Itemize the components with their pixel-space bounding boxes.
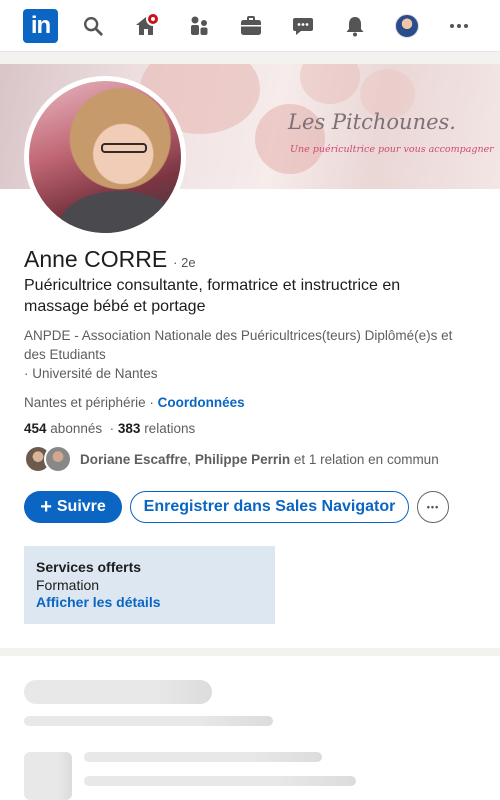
location-row: Nantes et périphérie · Coordonnées xyxy=(24,395,245,410)
mutual-suffix: et 1 relation en commun xyxy=(293,451,439,467)
me-avatar-button[interactable] xyxy=(391,10,423,42)
skeleton-line xyxy=(24,716,273,726)
follow-button[interactable]: + Suivre xyxy=(24,491,122,523)
skeleton-thumb xyxy=(24,752,72,800)
home-icon[interactable] xyxy=(130,10,162,42)
loading-skeleton xyxy=(0,656,500,800)
connections-count: 383 xyxy=(117,421,141,436)
services-title: Services offerts xyxy=(36,559,142,575)
jobs-briefcase-icon[interactable] xyxy=(235,10,267,42)
services-value: Formation xyxy=(36,577,100,593)
my-network-icon[interactable] xyxy=(183,10,215,42)
linkedin-logo[interactable]: in xyxy=(23,9,58,43)
mutual-connections[interactable]: Doriane Escaffre, Philippe Perrin et 1 r… xyxy=(24,445,439,473)
skeleton-line xyxy=(84,776,356,786)
banner-title: Les Pitchounes. xyxy=(288,110,456,134)
follow-button-label: Suivre xyxy=(56,498,106,515)
skeleton-line xyxy=(24,680,212,704)
profile-stats: 454 abonnés · 383 relations xyxy=(24,421,196,436)
name-row: Anne CORRE · 2e xyxy=(24,246,196,273)
me-avatar xyxy=(395,14,419,38)
show-details-link[interactable]: Afficher les détails xyxy=(36,594,263,611)
banner-subtitle: Une puéricultrice pour vous accompagner xyxy=(290,144,494,155)
plus-icon: + xyxy=(40,496,52,518)
services-box: Services offerts Formation Afficher les … xyxy=(24,546,275,624)
more-menu-icon[interactable] xyxy=(443,10,475,42)
profile-organization[interactable]: ANPDE - Association Nationale des Puéric… xyxy=(24,326,474,364)
notifications-bell-icon[interactable] xyxy=(339,10,371,42)
connection-degree: · 2e xyxy=(173,255,196,270)
profile-location: Nantes et périphérie · xyxy=(24,395,154,410)
mutual-name-2: Philippe Perrin xyxy=(194,451,291,467)
mutual-name-1: Doriane Escaffre xyxy=(80,451,188,467)
followers-count: 454 xyxy=(24,421,47,436)
profile-photo[interactable] xyxy=(24,76,186,238)
profile-school[interactable]: · Université de Nantes xyxy=(24,366,158,381)
profile-headline: Puéricultrice consultante, formatrice et… xyxy=(24,277,401,315)
ellipsis-icon: ••• xyxy=(426,502,440,512)
mutual-avatar xyxy=(44,445,72,473)
messaging-icon[interactable] xyxy=(287,10,319,42)
contact-info-link[interactable]: Coordonnées xyxy=(158,395,245,410)
connections-label[interactable]: relations xyxy=(144,421,195,436)
skeleton-line xyxy=(84,752,322,762)
search-icon[interactable] xyxy=(77,10,109,42)
followers-label: abonnés xyxy=(50,421,103,436)
profile-name: Anne CORRE xyxy=(24,246,168,272)
more-actions-button[interactable]: ••• xyxy=(417,491,449,523)
profile-card: Les Pitchounes. Une puéricultrice pour v… xyxy=(0,64,500,648)
save-in-sales-navigator-button[interactable]: Enregistrer dans Sales Navigator xyxy=(130,491,409,523)
home-notification-dot xyxy=(146,12,160,26)
top-nav-bar: in xyxy=(0,0,500,52)
